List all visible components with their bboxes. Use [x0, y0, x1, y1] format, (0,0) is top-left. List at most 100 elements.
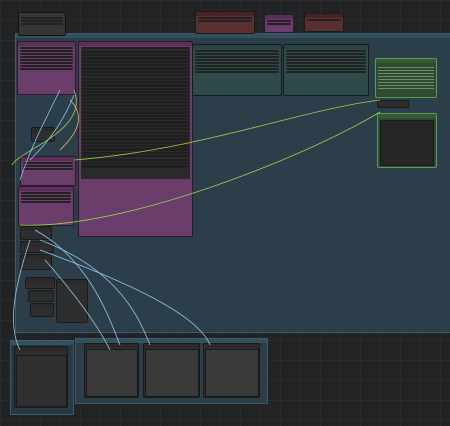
node-row[interactable]	[286, 64, 366, 67]
node-row[interactable]	[20, 49, 73, 52]
prompt-row[interactable]	[82, 97, 189, 100]
prompt-row[interactable]	[82, 80, 189, 84]
small-node-3[interactable]	[20, 241, 54, 253]
node-row[interactable]	[195, 61, 279, 64]
prompt-row[interactable]	[82, 74, 189, 77]
node-row[interactable]	[21, 200, 71, 203]
preview-label-node[interactable]	[377, 100, 409, 108]
control-row[interactable]	[21, 19, 63, 23]
preview-node-green[interactable]	[377, 113, 437, 168]
left-output-group-title[interactable]	[11, 341, 73, 345]
node-row[interactable]	[195, 64, 279, 67]
node-row[interactable]	[286, 55, 366, 58]
prompt-row[interactable]	[82, 53, 189, 57]
prompt-row[interactable]	[82, 114, 189, 117]
loader-node[interactable]	[17, 41, 76, 95]
node-row[interactable]	[23, 167, 73, 170]
prompt-row[interactable]	[82, 148, 189, 151]
node-row[interactable]	[20, 64, 73, 67]
prompt-row[interactable]	[82, 70, 189, 73]
prompt-row[interactable]	[82, 138, 189, 141]
prompt-row[interactable]	[82, 121, 189, 124]
small-node-8[interactable]	[56, 279, 88, 323]
node-row[interactable]	[195, 49, 279, 52]
node-row[interactable]	[286, 61, 366, 64]
note-text[interactable]	[376, 63, 436, 65]
prompt-row[interactable]	[82, 64, 189, 67]
top-node-red-left[interactable]	[195, 11, 255, 34]
prompt-row[interactable]	[82, 60, 189, 63]
node-row[interactable]	[21, 194, 71, 197]
prompt-row[interactable]	[82, 145, 189, 148]
node-row[interactable]	[195, 55, 279, 58]
node-row[interactable]	[195, 58, 279, 61]
small-node-1[interactable]	[31, 127, 55, 142]
node-row[interactable]	[21, 191, 71, 194]
node-row[interactable]	[267, 22, 291, 25]
output-preview-1[interactable]	[84, 343, 139, 398]
node-row[interactable]	[198, 19, 252, 22]
top-node-red-right[interactable]	[304, 13, 344, 32]
node-row[interactable]	[286, 49, 366, 52]
prompt-row[interactable]	[82, 101, 189, 104]
node-row[interactable]	[20, 67, 73, 70]
conditioning-node-2[interactable]	[18, 186, 74, 226]
prompt-row[interactable]	[82, 128, 189, 131]
node-row[interactable]	[286, 70, 366, 73]
prompt-node-large[interactable]	[78, 41, 193, 237]
node-row[interactable]	[20, 61, 73, 64]
prompt-row[interactable]	[82, 50, 189, 53]
prompt-row[interactable]	[82, 151, 189, 154]
node-row[interactable]	[198, 16, 252, 19]
control-row[interactable]	[21, 22, 63, 26]
node-row[interactable]	[20, 46, 73, 49]
prompt-row[interactable]	[82, 131, 189, 134]
output-preview-3[interactable]	[203, 343, 260, 398]
small-node-6[interactable]	[28, 290, 54, 302]
node-row[interactable]	[195, 52, 279, 55]
prompt-row[interactable]	[82, 155, 189, 158]
prompt-row[interactable]	[82, 57, 189, 60]
prompt-row[interactable]	[82, 47, 189, 50]
prompt-row[interactable]	[82, 124, 189, 127]
node-row[interactable]	[21, 197, 71, 200]
small-node-5[interactable]	[25, 277, 55, 289]
prompt-row[interactable]	[82, 77, 189, 80]
prompt-row[interactable]	[82, 165, 189, 168]
sampler-node-a[interactable]	[192, 44, 282, 96]
control-panel-node[interactable]	[18, 12, 66, 36]
prompt-row[interactable]	[82, 118, 189, 121]
small-node-7[interactable]	[30, 303, 54, 317]
main-group-title[interactable]	[16, 34, 450, 38]
node-row[interactable]	[23, 164, 73, 167]
prompt-row[interactable]	[82, 141, 189, 144]
output-preview-left[interactable]	[14, 346, 68, 408]
prompt-row[interactable]	[82, 158, 189, 161]
node-row[interactable]	[286, 58, 366, 61]
sampler-node-b[interactable]	[283, 44, 369, 96]
note-node[interactable]	[375, 58, 437, 98]
top-node-purple[interactable]	[264, 14, 294, 33]
output-preview-2[interactable]	[143, 343, 200, 398]
prompt-row[interactable]	[82, 111, 189, 114]
prompt-row[interactable]	[82, 94, 189, 97]
node-row[interactable]	[20, 58, 73, 61]
node-row[interactable]	[286, 52, 366, 55]
node-row[interactable]	[195, 67, 279, 70]
node-row[interactable]	[307, 18, 341, 21]
small-node-4[interactable]	[20, 254, 52, 270]
prompt-row[interactable]	[82, 161, 189, 165]
node-row[interactable]	[267, 19, 291, 22]
small-node-2[interactable]	[20, 226, 52, 240]
prompt-row[interactable]	[82, 67, 189, 70]
control-row[interactable]	[21, 17, 63, 20]
prompt-row[interactable]	[82, 134, 189, 138]
prompt-row[interactable]	[82, 104, 189, 107]
prompt-row[interactable]	[82, 107, 189, 111]
prompt-row[interactable]	[82, 91, 189, 94]
node-row[interactable]	[195, 70, 279, 73]
prompt-row[interactable]	[82, 84, 189, 87]
node-row[interactable]	[286, 67, 366, 70]
node-row[interactable]	[20, 55, 73, 58]
prompt-row[interactable]	[82, 87, 189, 90]
